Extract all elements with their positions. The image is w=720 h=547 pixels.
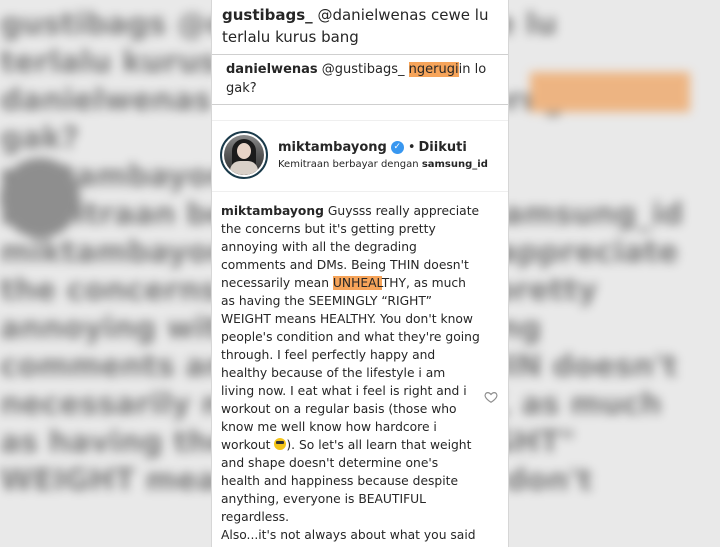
comment-username[interactable]: danielwenas xyxy=(226,62,318,77)
comment-item: gustibags_ @danielwenas cewe lu terlalu … xyxy=(212,0,508,55)
caption-username[interactable]: miktambayong xyxy=(221,204,324,218)
verified-icon: ✓ xyxy=(390,141,404,154)
comment-item: danielwenas @gustibags_ ngerugiin lo gak… xyxy=(212,55,508,105)
spacer xyxy=(212,105,508,120)
separator: • xyxy=(407,140,416,155)
highlighted-word: UNHEAL xyxy=(332,276,382,290)
background-highlight xyxy=(530,72,690,112)
comment-mention[interactable]: @gustibags_ xyxy=(322,62,405,77)
background-avatar xyxy=(0,158,80,238)
avatar[interactable] xyxy=(220,131,268,179)
partnership-label: Kemitraan berbayar dengan xyxy=(278,159,419,170)
comment-username[interactable]: gustibags_ xyxy=(222,6,313,24)
comment-list: gustibags_ @danielwenas cewe lu terlalu … xyxy=(212,0,508,105)
heart-icon[interactable] xyxy=(484,390,498,404)
partner-link[interactable]: samsung_id xyxy=(422,159,488,170)
post-panel: gustibags_ @danielwenas cewe lu terlalu … xyxy=(212,0,508,547)
post-header-text: miktambayong ✓ • Diikuti Kemitraan berba… xyxy=(278,140,488,170)
highlighted-word: ngerugi xyxy=(408,62,459,77)
caption-text: THY, as much as having the SEEMINGLY “RI… xyxy=(221,276,480,452)
post-username[interactable]: miktambayong xyxy=(278,140,387,155)
post-header: miktambayong ✓ • Diikuti Kemitraan berba… xyxy=(212,120,508,192)
follow-status[interactable]: Diikuti xyxy=(419,140,467,155)
caption: miktambayong Guysss really appreciate th… xyxy=(212,192,508,547)
caption-text-continued: Also...it's not always about what you sa… xyxy=(221,528,476,547)
emoji-icon xyxy=(274,438,287,450)
